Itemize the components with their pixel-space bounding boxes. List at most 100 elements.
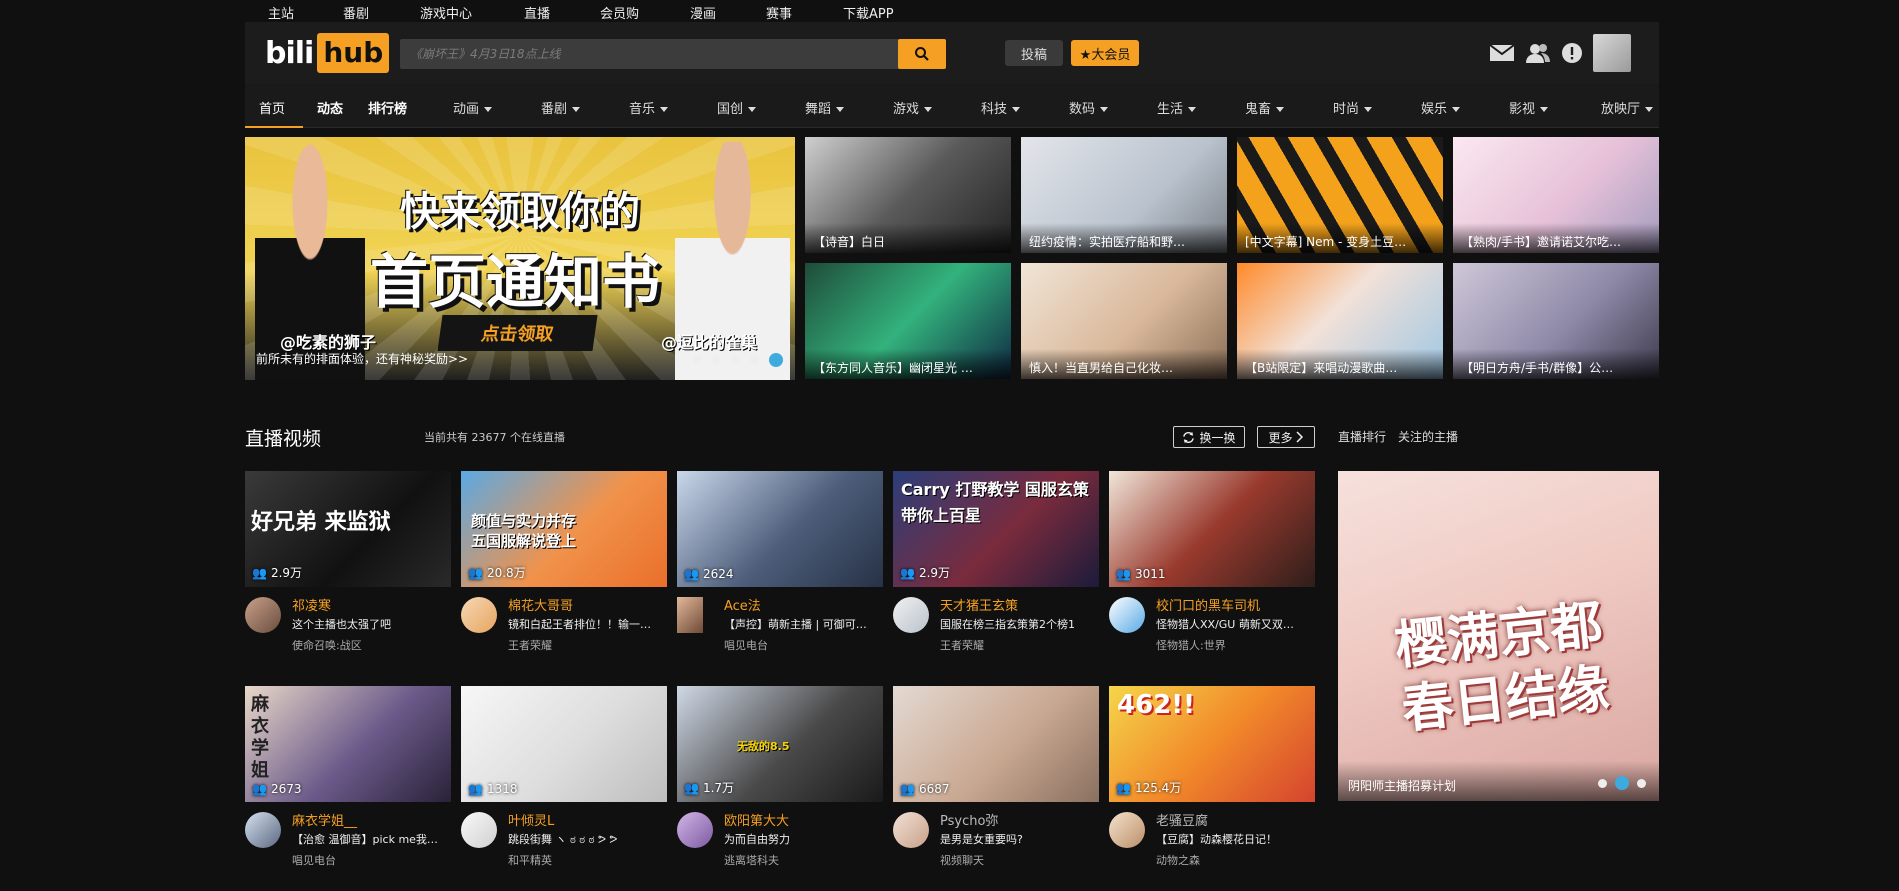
site-logo[interactable]: bili hub: [265, 33, 390, 73]
live-cover[interactable]: 👥 2624: [677, 471, 883, 587]
live-cover[interactable]: 好兄弟 来监狱 👥 2.9万: [245, 471, 451, 587]
thumb-card[interactable]: [中文字幕] Nem - 变身土豆…: [1237, 137, 1443, 253]
avatar[interactable]: [893, 597, 929, 633]
live-cover[interactable]: 无敌的8.5 👥 1.7万: [677, 686, 883, 802]
stream-area[interactable]: 王者荣耀: [940, 637, 984, 653]
search-input[interactable]: [400, 39, 900, 69]
cat-guochuang[interactable]: 国创: [717, 98, 757, 117]
cat-kichiku[interactable]: 鬼畜: [1245, 98, 1285, 117]
alert-icon[interactable]: [1561, 42, 1583, 64]
live-card[interactable]: 👥 3011 校门口的黑车司机 怪物猎人XX/GU 萌新又双… 怪物猎人:世界: [1109, 471, 1315, 652]
thumb-card[interactable]: 【明日方舟/手书/群像】公…: [1453, 263, 1659, 379]
live-promo-banner[interactable]: 樱满京都 春日结缘 阴阳师主播招募计划: [1338, 471, 1659, 801]
cat-ent[interactable]: 娱乐: [1421, 98, 1461, 117]
search-button[interactable]: [898, 39, 946, 69]
cat-digital[interactable]: 数码: [1069, 98, 1109, 117]
cat-home[interactable]: 首页: [259, 98, 285, 117]
avatar[interactable]: [245, 597, 281, 633]
stream-area[interactable]: 动物之森: [1156, 852, 1200, 868]
streamer-name[interactable]: 麻衣学姐__: [292, 810, 357, 829]
stream-area[interactable]: 唱见电台: [292, 852, 336, 868]
live-cover[interactable]: Carry 打野教学 国服玄策 带你上百星 👥 2.9万: [893, 471, 1099, 587]
more-button[interactable]: 更多: [1257, 426, 1315, 448]
thumb-card[interactable]: 【诗音】白日: [805, 137, 1011, 253]
avatar[interactable]: [245, 812, 281, 848]
cat-music[interactable]: 音乐: [629, 98, 669, 117]
cat-dynamic[interactable]: 动态: [317, 98, 343, 117]
streamer-name[interactable]: Ace法: [724, 595, 761, 614]
stream-title[interactable]: 镜和白起王者排位！！输一…: [508, 616, 667, 632]
streamer-name[interactable]: Psycho弥: [940, 810, 998, 829]
thumb-card[interactable]: 【东方同人音乐】幽闭星光 …: [805, 263, 1011, 379]
hero-banner[interactable]: 快来领取你的 首页通知书 点击领取 @吃素的狮子 @逗比的雀巢 前所未有的排面体…: [245, 137, 795, 380]
carousel-dot[interactable]: [693, 355, 702, 364]
topnav-game-center[interactable]: 游戏中心: [420, 3, 472, 22]
stream-title[interactable]: 【豆腐】动森樱花日记！: [1156, 831, 1315, 847]
live-card[interactable]: 好兄弟 来监狱 👥 2.9万 祁凌寒 这个主播也太强了吧 使命召唤:战区: [245, 471, 451, 652]
cat-fashion[interactable]: 时尚: [1333, 98, 1373, 117]
avatar[interactable]: [677, 812, 713, 848]
live-card[interactable]: 👥 6687 Psycho弥 是男是女重要吗? 视频聊天: [893, 686, 1099, 867]
refresh-button[interactable]: 换一换: [1173, 426, 1245, 448]
stream-title[interactable]: 是男是女重要吗?: [940, 831, 1099, 847]
topnav-live[interactable]: 直播: [524, 3, 550, 22]
cat-film[interactable]: 影视: [1509, 98, 1549, 117]
thumb-card[interactable]: 纽约疫情：实拍医疗船和野…: [1021, 137, 1227, 253]
banner-caption[interactable]: 前所未有的排面体验，还有神秘奖励>>: [256, 350, 468, 367]
stream-title[interactable]: 怪物猎人XX/GU 萌新又双…: [1156, 616, 1315, 632]
stream-title[interactable]: 国服在榜三指玄策第2个榜1: [940, 616, 1099, 632]
topnav-manga[interactable]: 漫画: [690, 3, 716, 22]
carousel-dot-active[interactable]: [1615, 776, 1629, 790]
topnav-shop[interactable]: 会员购: [600, 3, 639, 22]
avatar[interactable]: [677, 597, 703, 633]
tab-live-ranking[interactable]: 直播排行: [1338, 428, 1386, 445]
live-card[interactable]: 麻衣学姐 👥 2673 麻衣学姐__ 【治愈 温御音】pick me我… 唱见电台: [245, 686, 451, 867]
avatar[interactable]: [1109, 812, 1145, 848]
vip-button[interactable]: ★大会员: [1071, 40, 1139, 66]
live-card[interactable]: 无敌的8.5 👥 1.7万 欧阳第大大 为而自由努力 逃离塔科夫: [677, 686, 883, 867]
stream-title[interactable]: 【声控】萌新主播 | 可御可…: [724, 616, 883, 632]
thumb-card[interactable]: 【B站限定】来唱动漫歌曲…: [1237, 263, 1443, 379]
carousel-dot-active[interactable]: [769, 353, 783, 367]
live-cover[interactable]: 颜值与实力并存 五国服解说登上 👥 20.8万: [461, 471, 667, 587]
stream-area[interactable]: 使命召唤:战区: [292, 637, 362, 653]
stream-title[interactable]: 跳段街舞 ヽ ಠ ಠ ಠ ᕗ ᕗ: [508, 831, 667, 847]
stream-area[interactable]: 视频聊天: [940, 852, 984, 868]
stream-area[interactable]: 怪物猎人:世界: [1156, 637, 1226, 653]
cat-anime[interactable]: 动画: [453, 98, 493, 117]
streamer-name[interactable]: 老骚豆腐: [1156, 810, 1208, 829]
banner-cta-button[interactable]: 点击领取: [437, 315, 598, 351]
stream-title[interactable]: 为而自由努力: [724, 831, 883, 847]
topnav-main[interactable]: 主站: [268, 3, 294, 22]
live-cover[interactable]: 👥 1318: [461, 686, 667, 802]
live-card[interactable]: 颜值与实力并存 五国服解说登上 👥 20.8万 棉花大哥哥 镜和白起王者排位！！输…: [461, 471, 667, 652]
avatar[interactable]: [461, 597, 497, 633]
streamer-name[interactable]: 叶倾灵L: [508, 810, 554, 829]
thumb-card[interactable]: 慎入！当直男给自己化妆…: [1021, 263, 1227, 379]
carousel-dot[interactable]: [731, 355, 740, 364]
live-cover[interactable]: 👥 6687: [893, 686, 1099, 802]
topnav-bangumi[interactable]: 番剧: [343, 3, 369, 22]
streamer-name[interactable]: 天才猪王玄策: [940, 595, 1018, 614]
carousel-dot[interactable]: [1598, 778, 1607, 788]
live-cover[interactable]: 麻衣学姐 👥 2673: [245, 686, 451, 802]
live-cover[interactable]: 462!! 👥 125.4万: [1109, 686, 1315, 802]
carousel-dot[interactable]: [712, 355, 721, 364]
topnav-events[interactable]: 赛事: [766, 3, 792, 22]
streamer-name[interactable]: 校门口的黑车司机: [1156, 595, 1260, 614]
streamer-name[interactable]: 棉花大哥哥: [508, 595, 573, 614]
avatar[interactable]: [893, 812, 929, 848]
carousel-dot[interactable]: [1637, 778, 1646, 788]
streamer-name[interactable]: 祁凌寒: [292, 595, 331, 614]
cat-theater[interactable]: 放映厅: [1601, 98, 1654, 117]
live-cover[interactable]: 👥 3011: [1109, 471, 1315, 587]
cat-life[interactable]: 生活: [1157, 98, 1197, 117]
avatar[interactable]: [1109, 597, 1145, 633]
tab-followed-streamers[interactable]: 关注的主播: [1398, 428, 1458, 445]
live-card[interactable]: 462!! 👥 125.4万 老骚豆腐 【豆腐】动森樱花日记！ 动物之森: [1109, 686, 1315, 867]
avatar[interactable]: [461, 812, 497, 848]
cat-tech[interactable]: 科技: [981, 98, 1021, 117]
stream-title[interactable]: 这个主播也太强了吧: [292, 616, 451, 632]
mail-icon[interactable]: [1489, 44, 1515, 62]
cat-ranking[interactable]: 排行榜: [368, 98, 407, 117]
